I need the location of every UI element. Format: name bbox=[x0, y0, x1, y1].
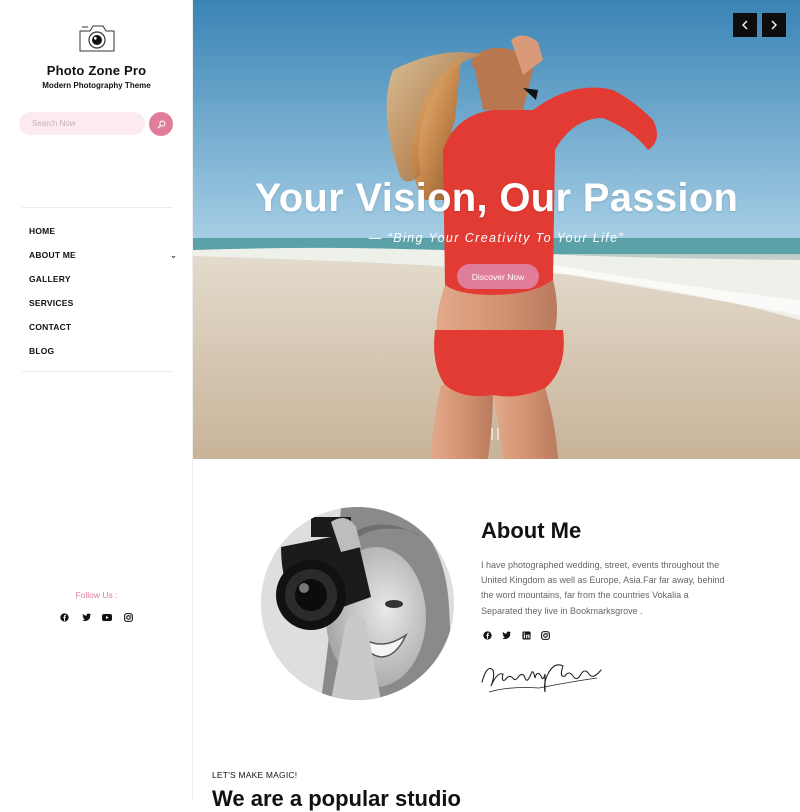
hero-background-image bbox=[193, 0, 800, 459]
about-title: About Me bbox=[481, 518, 582, 543]
about-photo bbox=[261, 507, 454, 700]
instagram-icon[interactable] bbox=[122, 611, 134, 623]
site-title[interactable]: Photo Zone Pro bbox=[0, 63, 193, 78]
site-tagline: Modern Photography Theme bbox=[42, 81, 151, 90]
facebook-icon[interactable] bbox=[481, 629, 493, 641]
nav-item-label: BLOG bbox=[29, 346, 55, 356]
nav-item-about-me[interactable]: ABOUT ME ⌄ bbox=[29, 243, 179, 267]
slider-prev-button[interactable] bbox=[733, 13, 757, 37]
nav-item-services[interactable]: SERVICES bbox=[29, 291, 179, 315]
main-nav: HOME ABOUT ME ⌄ GALLERY SERVICES CONTACT … bbox=[29, 219, 179, 363]
about-social-links bbox=[481, 629, 559, 641]
search-button[interactable] bbox=[149, 112, 173, 136]
slider-next-button[interactable] bbox=[762, 13, 786, 37]
sidebar: Photo Zone Pro Modern Photography Theme … bbox=[0, 0, 193, 800]
sidebar-social-links bbox=[58, 611, 134, 623]
facebook-icon[interactable] bbox=[58, 611, 70, 623]
about-text: I have photographed wedding, street, eve… bbox=[481, 560, 725, 616]
twitter-icon[interactable] bbox=[501, 629, 513, 641]
nav-item-label: SERVICES bbox=[29, 298, 74, 308]
twitter-icon[interactable] bbox=[80, 611, 92, 623]
youtube-icon[interactable] bbox=[101, 611, 113, 623]
hero-slider: Your Vision, Our Passion — “Bing Your Cr… bbox=[193, 0, 800, 459]
slider-dot[interactable] bbox=[497, 428, 499, 440]
nav-divider-bottom bbox=[22, 371, 172, 372]
nav-divider-top bbox=[22, 207, 172, 208]
chevron-right-icon bbox=[771, 20, 777, 30]
nav-item-label: CONTACT bbox=[29, 322, 72, 332]
nav-item-label: GALLERY bbox=[29, 274, 71, 284]
instagram-icon[interactable] bbox=[540, 629, 552, 641]
nav-item-home[interactable]: HOME bbox=[29, 219, 179, 243]
search-input[interactable] bbox=[19, 112, 145, 135]
slider-indicator bbox=[491, 428, 499, 440]
slider-dot[interactable] bbox=[491, 428, 493, 440]
discover-now-button[interactable]: Discover Now bbox=[457, 264, 539, 289]
nav-item-blog[interactable]: BLOG bbox=[29, 339, 179, 363]
follow-us-label: Follow Us : bbox=[75, 590, 118, 600]
nav-item-contact[interactable]: CONTACT bbox=[29, 315, 179, 339]
hero-subtitle: — “Bing Your Creativity To Your Life” bbox=[368, 231, 625, 245]
chevron-left-icon bbox=[742, 20, 748, 30]
search-icon bbox=[156, 120, 165, 129]
signature-image bbox=[481, 664, 602, 693]
nav-item-label: ABOUT ME bbox=[29, 250, 76, 260]
chevron-down-icon[interactable]: ⌄ bbox=[170, 251, 177, 260]
studio-title: We are a popular studio bbox=[212, 786, 461, 811]
camera-logo-icon[interactable] bbox=[77, 22, 117, 54]
photographer-portrait-image bbox=[261, 507, 454, 700]
nav-item-label: HOME bbox=[29, 226, 56, 236]
nav-item-gallery[interactable]: GALLERY bbox=[29, 267, 179, 291]
linkedin-icon[interactable] bbox=[520, 629, 532, 641]
hero-title: Your Vision, Our Passion bbox=[254, 176, 739, 220]
studio-kicker: LET'S MAKE MAGIC! bbox=[212, 770, 298, 780]
